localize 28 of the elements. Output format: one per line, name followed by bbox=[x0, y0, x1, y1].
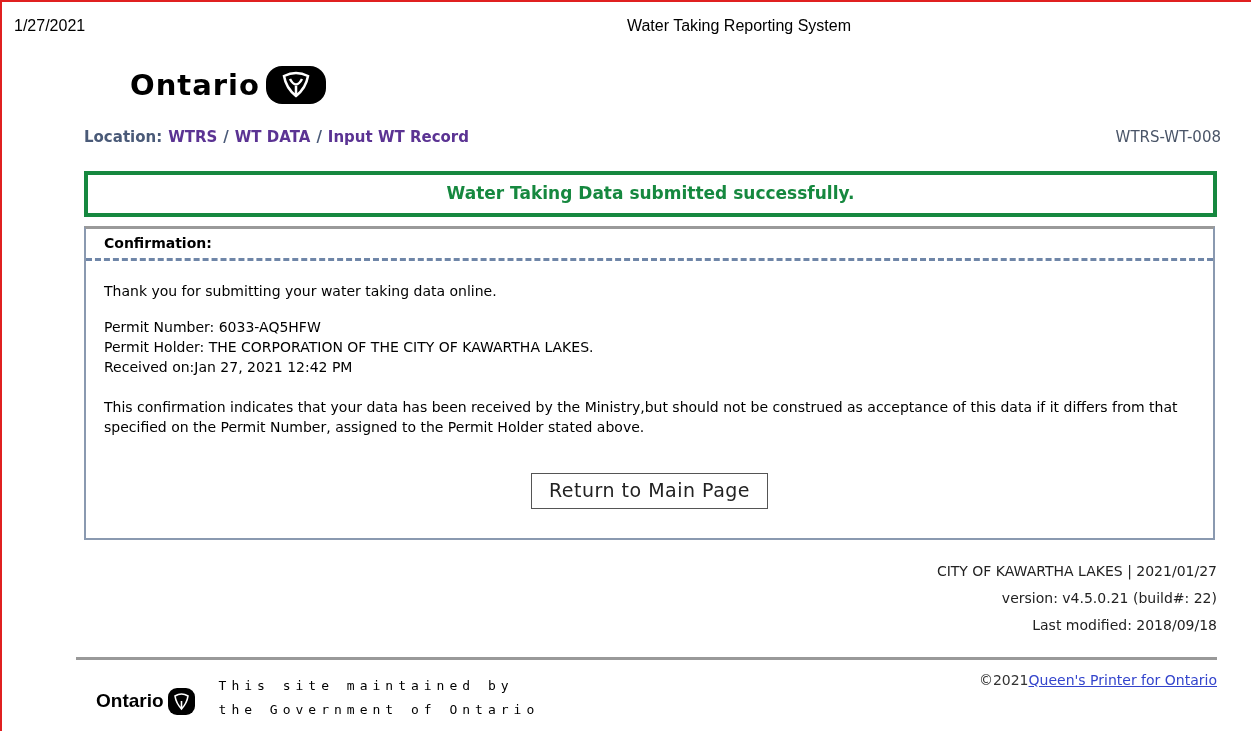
print-date: 1/27/2021 bbox=[14, 16, 86, 36]
thank-you-text: Thank you for submitting your water taking data online. bbox=[104, 281, 498, 301]
permit-detail-text: Permit Holder: THE CORPORATION OF THE CITY OF KAWARTHA LAKES. bbox=[104, 337, 595, 357]
breadcrumb-link[interactable]: WT DATA bbox=[234, 126, 311, 149]
trillium-logo-icon bbox=[167, 688, 195, 715]
breadcrumb-separator: / bbox=[223, 127, 229, 148]
footer-info-text: Last modified: 2018/09/18 bbox=[1032, 615, 1217, 635]
maintained-by-text: the Government of Ontario bbox=[218, 700, 540, 719]
queens-printer-link[interactable]: Queen's Printer for Ontario bbox=[1028, 669, 1217, 691]
footer-info-text: version: v4.5.0.21 (build#: 22) bbox=[1001, 588, 1217, 608]
breadcrumb-separator: / bbox=[316, 127, 322, 148]
return-main-page-button[interactable]: Return to Main Page bbox=[530, 472, 769, 509]
screen-id: WTRS-WT-008 bbox=[1115, 127, 1221, 148]
maintained-by-text: This site maintained by bbox=[218, 676, 515, 695]
footer-info-text: CITY OF KAWARTHA LAKES | 2021/01/27 bbox=[936, 561, 1217, 582]
copyright-text: ©2021 bbox=[978, 670, 1029, 690]
ontario-wordmark: Ontario bbox=[96, 689, 164, 714]
breadcrumb-link[interactable]: Input WT Record bbox=[327, 126, 469, 149]
permit-detail-text: Permit Number: 6033-AQ5HFW bbox=[104, 317, 322, 337]
breadcrumb-link[interactable]: WTRS bbox=[168, 126, 218, 149]
ontario-wordmark: Ontario bbox=[130, 70, 260, 100]
page-title: Water Taking Reporting System bbox=[626, 16, 851, 36]
location-label: Location: bbox=[84, 127, 163, 148]
confirmation-heading: Confirmation: bbox=[104, 233, 212, 253]
success-banner: Water Taking Data submitted successfully. bbox=[84, 170, 1217, 217]
permit-detail-text: Received on:Jan 27, 2021 12:42 PM bbox=[104, 357, 354, 377]
disclaimer-text: This confirmation indicates that your data has been received by the Ministry,but should not be construed as acceptance of this data if it differs from that specified on the Permit Number, assigned to the Permit Holder stated above. bbox=[104, 397, 1179, 437]
trillium-logo-icon bbox=[265, 66, 326, 104]
